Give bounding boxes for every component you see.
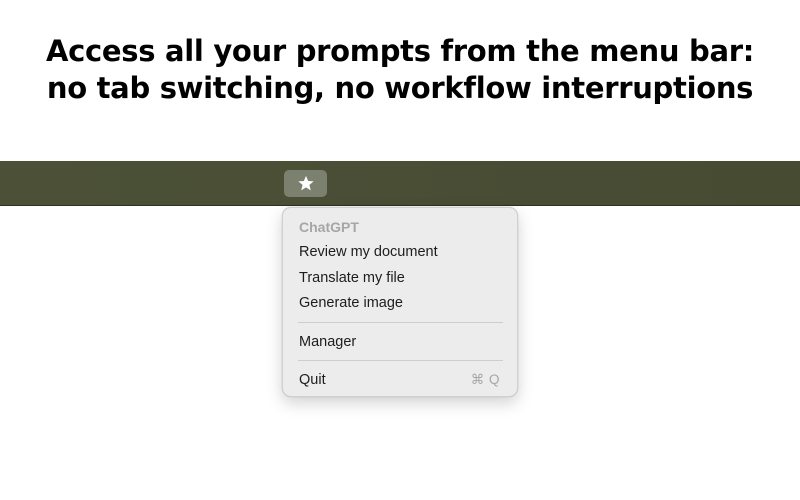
- menu-item-translate-file[interactable]: Translate my file: [288, 267, 512, 289]
- headline: Access all your prompts from the menu ba…: [0, 33, 800, 107]
- headline-line-1: Access all your prompts from the menu ba…: [45, 34, 755, 68]
- menu-item-label: Manager: [299, 334, 357, 350]
- menu-item-manager[interactable]: Manager: [288, 331, 512, 353]
- menu-item-label: Translate my file: [299, 270, 405, 286]
- menu-item-label: Generate image: [299, 295, 403, 311]
- menu-bar-status-item[interactable]: [284, 170, 327, 197]
- keyboard-shortcut: ⌘ Q: [470, 372, 500, 387]
- menu-item-review-document[interactable]: Review my document: [288, 241, 512, 263]
- menu-item-quit[interactable]: Quit ⌘ Q: [288, 369, 512, 391]
- menu-separator: [298, 360, 503, 361]
- star-icon: [297, 175, 315, 192]
- menu-separator: [298, 322, 503, 323]
- menu-section-header: ChatGPT: [299, 219, 359, 235]
- menu-item-label: Quit: [299, 372, 326, 388]
- menu-item-generate-image[interactable]: Generate image: [288, 292, 512, 314]
- menu-bar: [0, 161, 800, 206]
- headline-line-2: no tab switching, no workflow interrupti…: [46, 71, 754, 105]
- menu-item-label: Review my document: [299, 244, 438, 260]
- dropdown-menu: ChatGPT Review my document Translate my …: [282, 207, 518, 397]
